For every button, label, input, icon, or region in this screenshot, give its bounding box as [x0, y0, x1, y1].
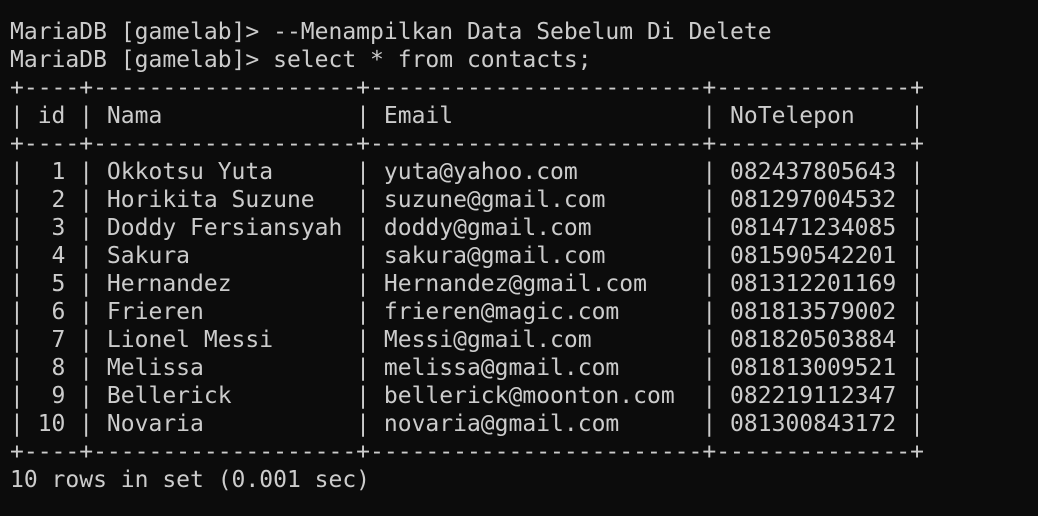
- table-row: | 10 | Novaria | novaria@gmail.com | 081…: [10, 411, 924, 437]
- table-row: | 8 | Melissa | melissa@gmail.com | 0818…: [10, 355, 924, 381]
- table-row: | 2 | Horikita Suzune | suzune@gmail.com…: [10, 187, 924, 213]
- table-row: | 7 | Lionel Messi | Messi@gmail.com | 0…: [10, 327, 924, 353]
- table-border-top: +----+-------------------+--------------…: [10, 75, 924, 101]
- table-row: | 3 | Doddy Fersiansyah | doddy@gmail.co…: [10, 215, 924, 241]
- table-row: | 6 | Frieren | frieren@magic.com | 0818…: [10, 299, 924, 325]
- table-row: | 4 | Sakura | sakura@gmail.com | 081590…: [10, 243, 924, 269]
- table-header-row: | id | Nama | Email | NoTelepon |: [10, 103, 924, 129]
- result-summary: 10 rows in set (0.001 sec): [10, 467, 371, 493]
- terminal-output: MariaDB [gamelab]> --Menampilkan Data Se…: [10, 18, 1030, 508]
- table-header-border: +----+-------------------+--------------…: [10, 131, 924, 157]
- table-row: | 1 | Okkotsu Yuta | yuta@yahoo.com | 08…: [10, 159, 924, 185]
- table-row: | 9 | Bellerick | bellerick@moonton.com …: [10, 383, 924, 409]
- comment-line: MariaDB [gamelab]> --Menampilkan Data Se…: [10, 19, 772, 45]
- query-line: MariaDB [gamelab]> select * from contact…: [10, 47, 592, 73]
- table-border-bottom: +----+-------------------+--------------…: [10, 439, 924, 465]
- table-row: | 5 | Hernandez | Hernandez@gmail.com | …: [10, 271, 924, 297]
